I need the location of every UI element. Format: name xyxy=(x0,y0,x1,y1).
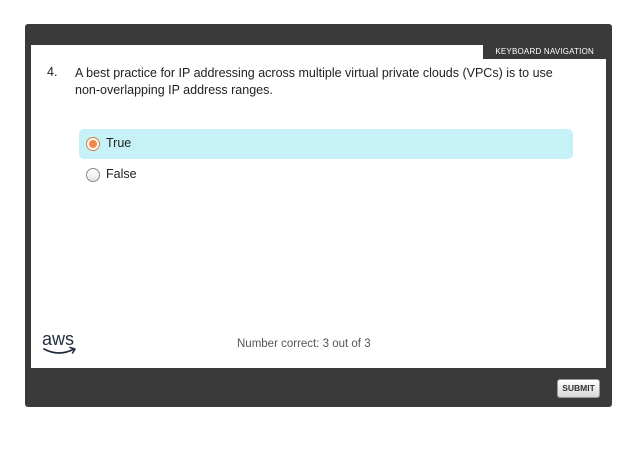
option-label: True xyxy=(106,136,132,150)
option-true[interactable]: True xyxy=(79,129,573,159)
question-number: 4. xyxy=(47,65,58,79)
aws-logo-icon: aws xyxy=(41,328,81,358)
quiz-slide: KEYBOARD NAVIGATION 4. A best practice f… xyxy=(31,45,606,368)
radio-checked-icon[interactable] xyxy=(86,137,100,151)
aws-logo-text: aws xyxy=(42,329,74,349)
option-label: False xyxy=(106,167,137,181)
question-text: A best practice for IP addressing across… xyxy=(75,66,553,97)
quiz-player-frame: KEYBOARD NAVIGATION 4. A best practice f… xyxy=(25,24,612,407)
option-false[interactable]: False xyxy=(79,160,573,190)
score-status: Number correct: 3 out of 3 xyxy=(237,338,371,350)
submit-button[interactable]: SUBMIT xyxy=(557,379,600,398)
radio-unchecked-icon[interactable] xyxy=(86,168,100,182)
keyboard-navigation-button[interactable]: KEYBOARD NAVIGATION xyxy=(483,45,606,59)
